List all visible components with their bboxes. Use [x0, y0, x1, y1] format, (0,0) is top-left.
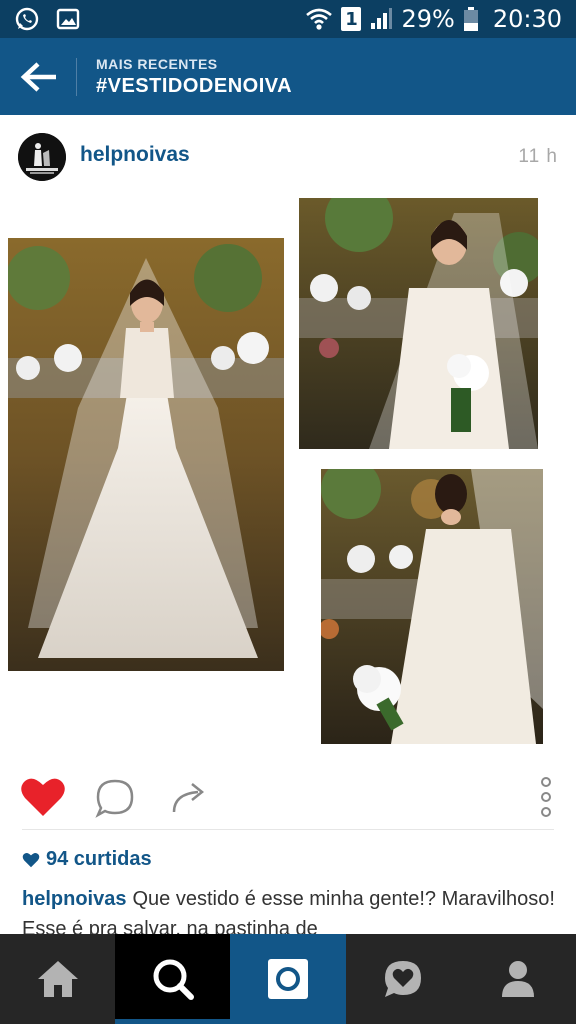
sim-indicator: 1	[341, 7, 362, 31]
small-heart-icon	[22, 852, 40, 867]
gallery-icon	[56, 8, 80, 30]
nav-home[interactable]	[0, 934, 115, 1024]
post-time: 11 h	[518, 146, 558, 167]
app-bar-divider	[76, 58, 77, 96]
profile-icon	[502, 961, 535, 997]
likes-label: 94 curtidas	[46, 848, 152, 870]
nav-search[interactable]	[115, 934, 231, 1024]
post-caption: helpnoivas Que vestido é esse minha gente…	[22, 884, 562, 936]
search-icon	[153, 959, 194, 1000]
wifi-icon	[306, 8, 333, 30]
battery-percent: 29%	[401, 5, 455, 33]
likes-count[interactable]: 94 curtidas	[22, 848, 152, 871]
post-username[interactable]: helpnoivas	[80, 143, 190, 167]
whatsapp-icon	[15, 7, 39, 31]
header-subtitle: MAIS RECENTES	[96, 56, 218, 72]
header-title: #VESTIDODENOIVA	[96, 75, 293, 97]
more-options-icon[interactable]	[536, 774, 556, 820]
heart-icon[interactable]	[20, 776, 66, 818]
share-icon[interactable]	[168, 778, 210, 818]
nav-profile[interactable]	[461, 934, 576, 1024]
nav-activity[interactable]	[346, 934, 461, 1024]
nav-camera[interactable]	[230, 934, 346, 1024]
activity-icon	[385, 961, 422, 997]
app-bar: MAIS RECENTES #VESTIDODENOIVA	[0, 38, 576, 115]
comment-icon[interactable]	[94, 777, 136, 819]
post-image[interactable]	[0, 195, 576, 755]
post-divider	[22, 829, 554, 830]
bottom-nav	[0, 934, 576, 1024]
post-header: helpnoivas 11 h	[0, 115, 576, 195]
post-actions	[0, 770, 576, 826]
bride-photo-bouquet	[299, 198, 538, 449]
bride-photo-back	[321, 469, 543, 744]
camera-icon	[267, 959, 308, 999]
caption-username[interactable]: helpnoivas	[22, 888, 126, 910]
avatar[interactable]	[18, 133, 66, 181]
clock: 20:30	[492, 5, 562, 33]
bride-photo-front	[8, 238, 284, 671]
status-bar: 1 29% 20:30	[0, 0, 576, 38]
back-arrow-icon[interactable]	[18, 56, 60, 98]
battery-icon	[463, 7, 478, 31]
home-icon	[37, 961, 78, 997]
signal-icon	[371, 8, 393, 29]
